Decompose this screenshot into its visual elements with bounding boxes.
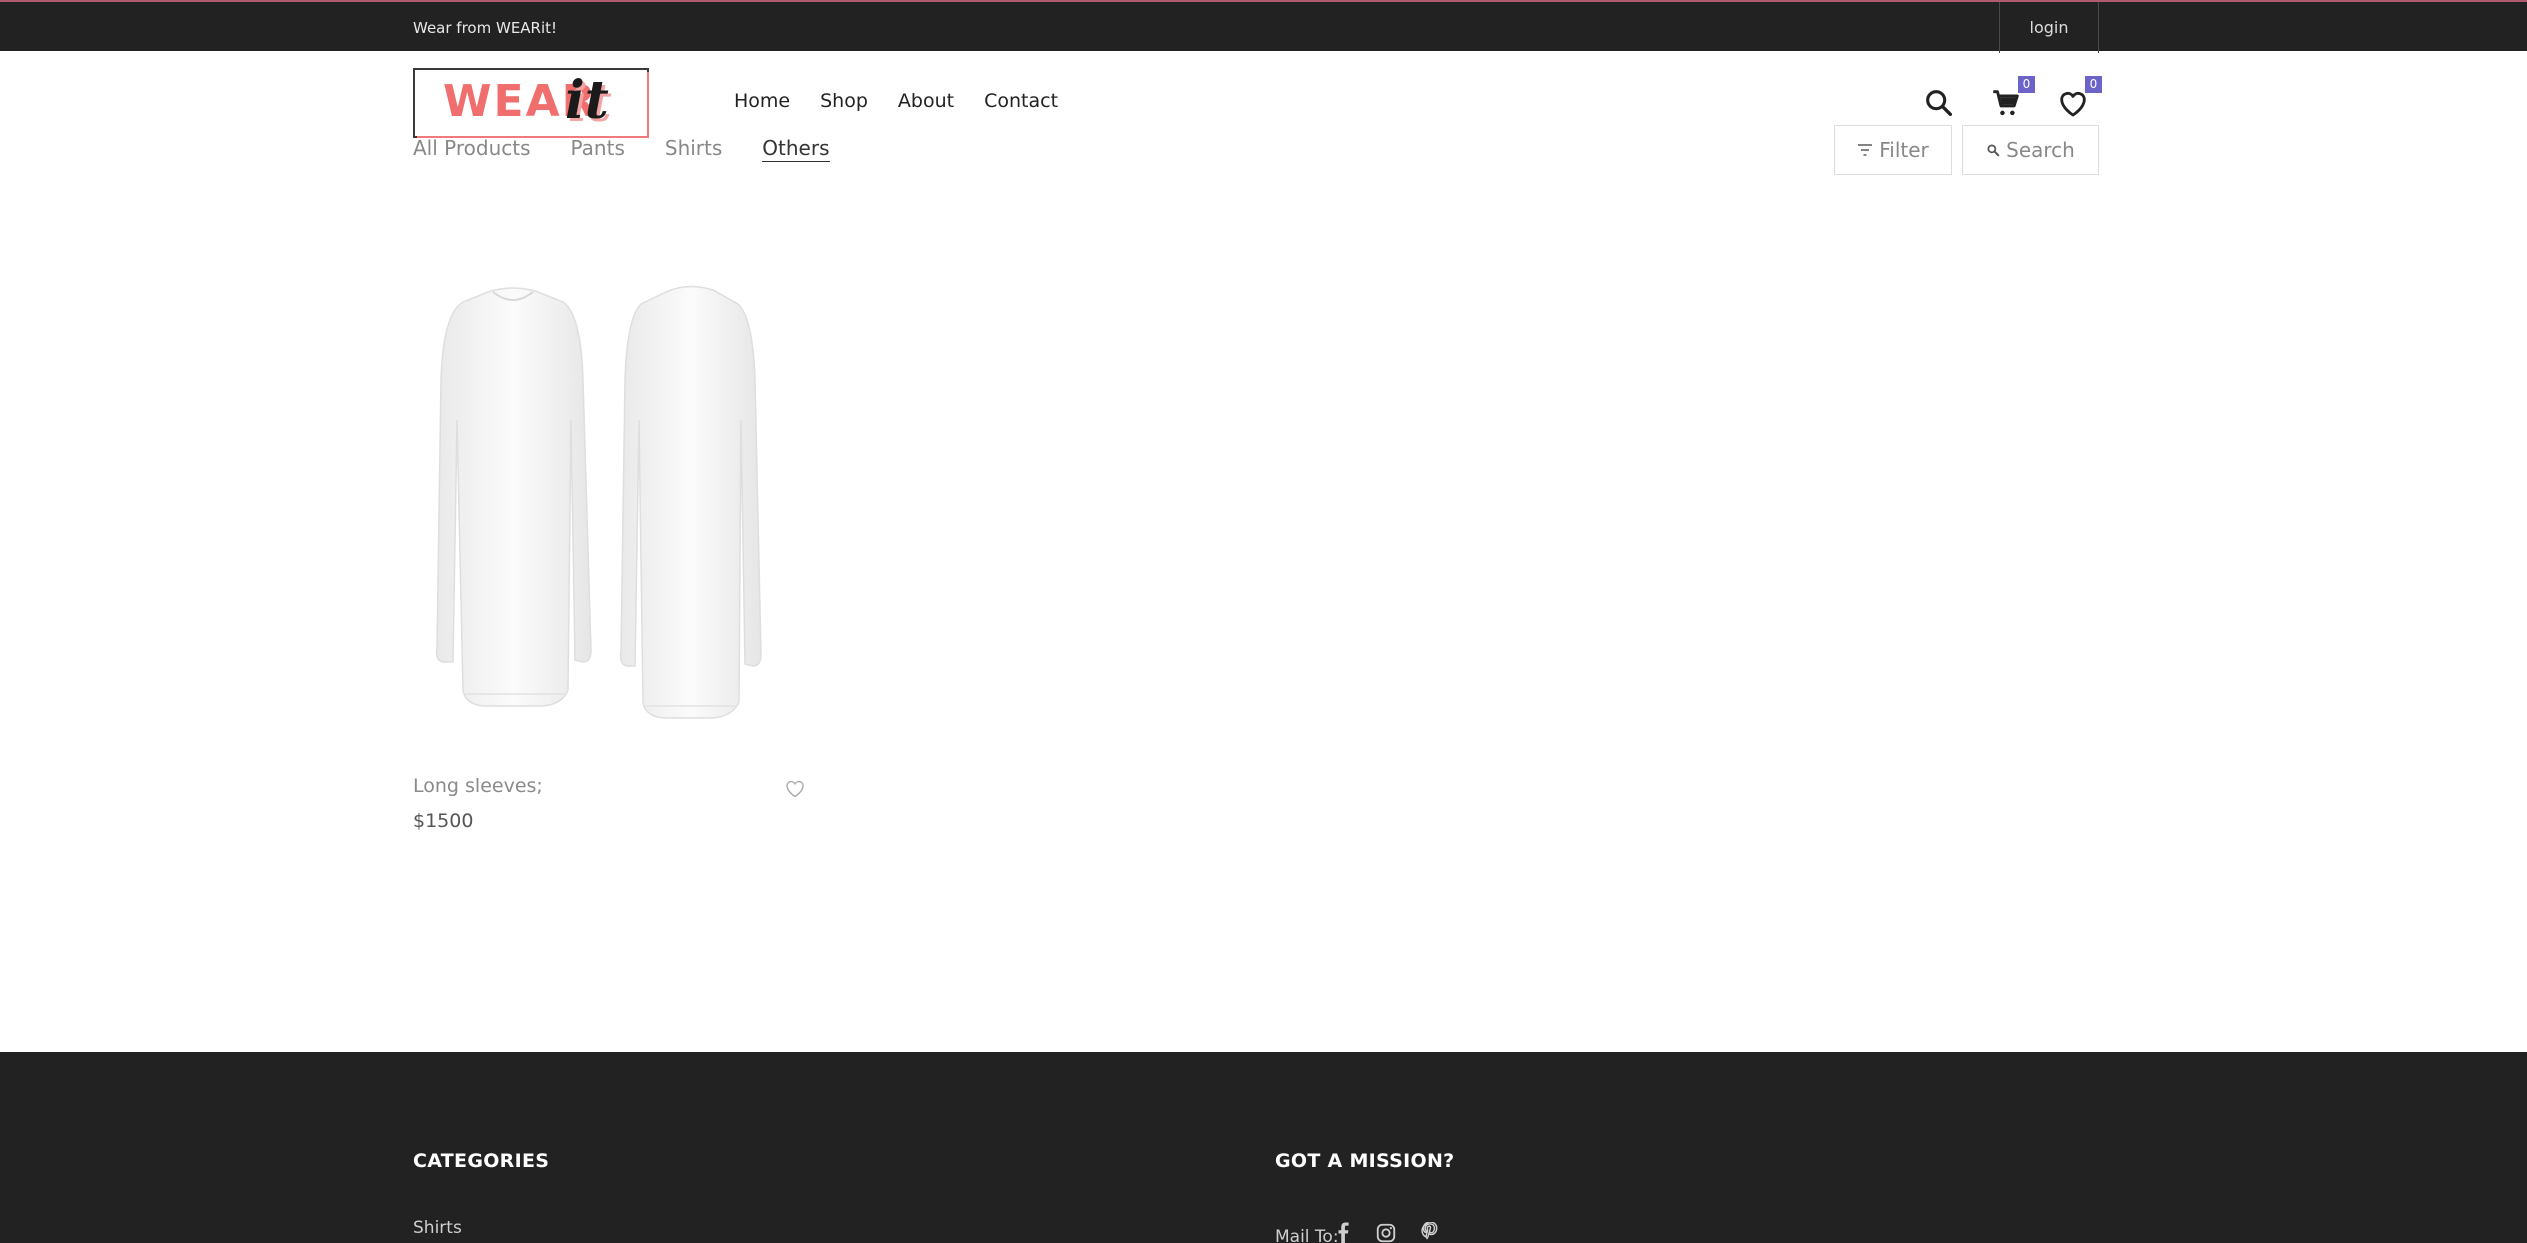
search-icon bbox=[1987, 144, 2000, 157]
product-image[interactable] bbox=[413, 270, 808, 740]
header-wishlist-button[interactable]: 0 bbox=[2056, 76, 2102, 120]
filter-label: Filter bbox=[1879, 138, 1929, 162]
instagram-link[interactable] bbox=[1375, 1222, 1397, 1243]
nav-about[interactable]: About bbox=[898, 90, 954, 112]
tab-others[interactable]: Others bbox=[762, 136, 830, 162]
search-label: Search bbox=[2006, 138, 2075, 162]
heart-icon bbox=[786, 780, 804, 798]
footer-categories-title: CATEGORIES bbox=[413, 1150, 550, 1172]
footer-mail-label: Mail To: bbox=[1275, 1227, 1339, 1243]
nav-shop[interactable]: Shop bbox=[820, 90, 868, 112]
facebook-link[interactable] bbox=[1333, 1222, 1355, 1243]
cart-count-badge: 0 bbox=[2018, 76, 2035, 93]
top-bar-tagline: Wear from WEARit! bbox=[413, 19, 558, 37]
tab-pants[interactable]: Pants bbox=[571, 136, 625, 162]
login-button[interactable]: login bbox=[1999, 2, 2099, 53]
facebook-icon bbox=[1338, 1222, 1349, 1243]
pinterest-icon bbox=[1421, 1221, 1438, 1240]
site-logo[interactable]: WEAR it bbox=[413, 68, 649, 138]
instagram-icon bbox=[1376, 1223, 1396, 1243]
header-cart-button[interactable]: 0 bbox=[1989, 76, 2035, 120]
search-toggle-button[interactable]: Search bbox=[1962, 125, 2099, 175]
product-name[interactable]: Long sleeves; bbox=[413, 775, 543, 797]
footer-category-link[interactable]: Shirts bbox=[413, 1218, 462, 1238]
filter-button[interactable]: Filter bbox=[1834, 125, 1952, 175]
logo-suffix: it bbox=[565, 70, 609, 131]
product-price: $1500 bbox=[413, 810, 474, 832]
product-wishlist-button[interactable] bbox=[783, 777, 807, 799]
nav-home[interactable]: Home bbox=[734, 90, 790, 112]
search-icon bbox=[1926, 90, 1953, 117]
filter-icon bbox=[1858, 144, 1873, 156]
nav-contact[interactable]: Contact bbox=[984, 90, 1058, 112]
tab-all-products[interactable]: All Products bbox=[413, 136, 531, 162]
category-tabs: All Products Pants Shirts Others bbox=[413, 136, 870, 162]
pinterest-link[interactable] bbox=[1418, 1221, 1440, 1243]
header-search-button[interactable] bbox=[1922, 86, 1956, 120]
tab-shirts[interactable]: Shirts bbox=[665, 136, 722, 162]
wishlist-count-badge: 0 bbox=[2085, 76, 2102, 93]
footer-mission-title: GOT A MISSION? bbox=[1275, 1150, 1455, 1172]
footer: CATEGORIES Shirts GOT A MISSION? Mail To… bbox=[0, 1052, 2527, 1243]
main-nav: Home Shop About Contact bbox=[734, 90, 1088, 112]
top-bar: Wear from WEARit! login bbox=[0, 0, 2527, 53]
